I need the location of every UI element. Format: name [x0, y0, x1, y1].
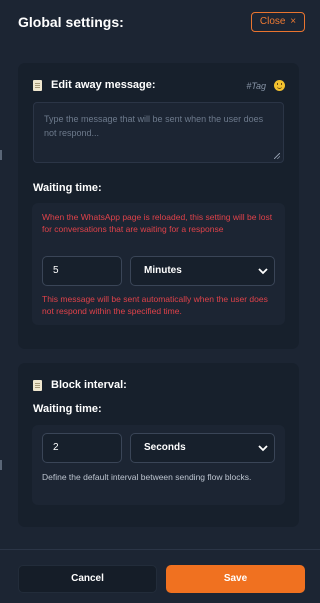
- block-unit-select[interactable]: Seconds: [130, 433, 275, 463]
- tag-button[interactable]: #Tag: [246, 81, 266, 91]
- block-time-input[interactable]: 2: [42, 433, 122, 463]
- resize-handle-icon[interactable]: [274, 153, 280, 159]
- reload-warning-text: When the WhatsApp page is reloaded, this…: [42, 212, 273, 234]
- away-unit-selected: Minutes: [144, 265, 182, 276]
- block-interval-heading: Block interval:: [33, 379, 127, 391]
- save-button[interactable]: Save: [166, 565, 305, 593]
- close-button[interactable]: Close ×: [251, 12, 305, 32]
- page-title: Global settings:: [18, 14, 124, 30]
- smile-emoji-icon[interactable]: [274, 80, 285, 91]
- settings-header: Global settings: Close ×: [0, 0, 320, 45]
- away-message-card: Edit away message: #Tag Type the message…: [18, 63, 299, 349]
- away-waiting-panel: When the WhatsApp page is reloaded, this…: [32, 203, 285, 325]
- block-interval-label: Block interval:: [51, 379, 127, 391]
- block-unit-selected: Seconds: [144, 442, 186, 453]
- cancel-button[interactable]: Cancel: [18, 565, 157, 593]
- memo-icon: [33, 79, 42, 91]
- block-interval-description: Define the default interval between send…: [42, 472, 252, 482]
- away-message-label: Edit away message:: [51, 79, 156, 91]
- away-message-textarea[interactable]: Type the message that will be sent when …: [33, 102, 284, 163]
- chevron-down-icon: [258, 445, 268, 452]
- away-unit-select[interactable]: Minutes: [130, 256, 275, 286]
- away-message-placeholder: Type the message that will be sent when …: [44, 114, 264, 138]
- block-waiting-panel: 2 Seconds Define the default interval be…: [32, 425, 285, 505]
- close-button-label: Close: [259, 16, 286, 27]
- left-edge-marks: [0, 150, 2, 470]
- footer-divider: [0, 549, 320, 550]
- away-waiting-time-label: Waiting time:: [33, 182, 102, 194]
- block-waiting-time-label: Waiting time:: [33, 403, 102, 415]
- close-icon: ×: [290, 16, 297, 27]
- memo-icon: [33, 379, 42, 391]
- auto-send-description: This message will be sent automatically …: [42, 294, 268, 316]
- away-message-heading: Edit away message:: [33, 79, 156, 91]
- away-time-input[interactable]: 5: [42, 256, 122, 286]
- chevron-down-icon: [258, 268, 268, 275]
- block-interval-card: Block interval: Waiting time: 2 Seconds …: [18, 363, 299, 527]
